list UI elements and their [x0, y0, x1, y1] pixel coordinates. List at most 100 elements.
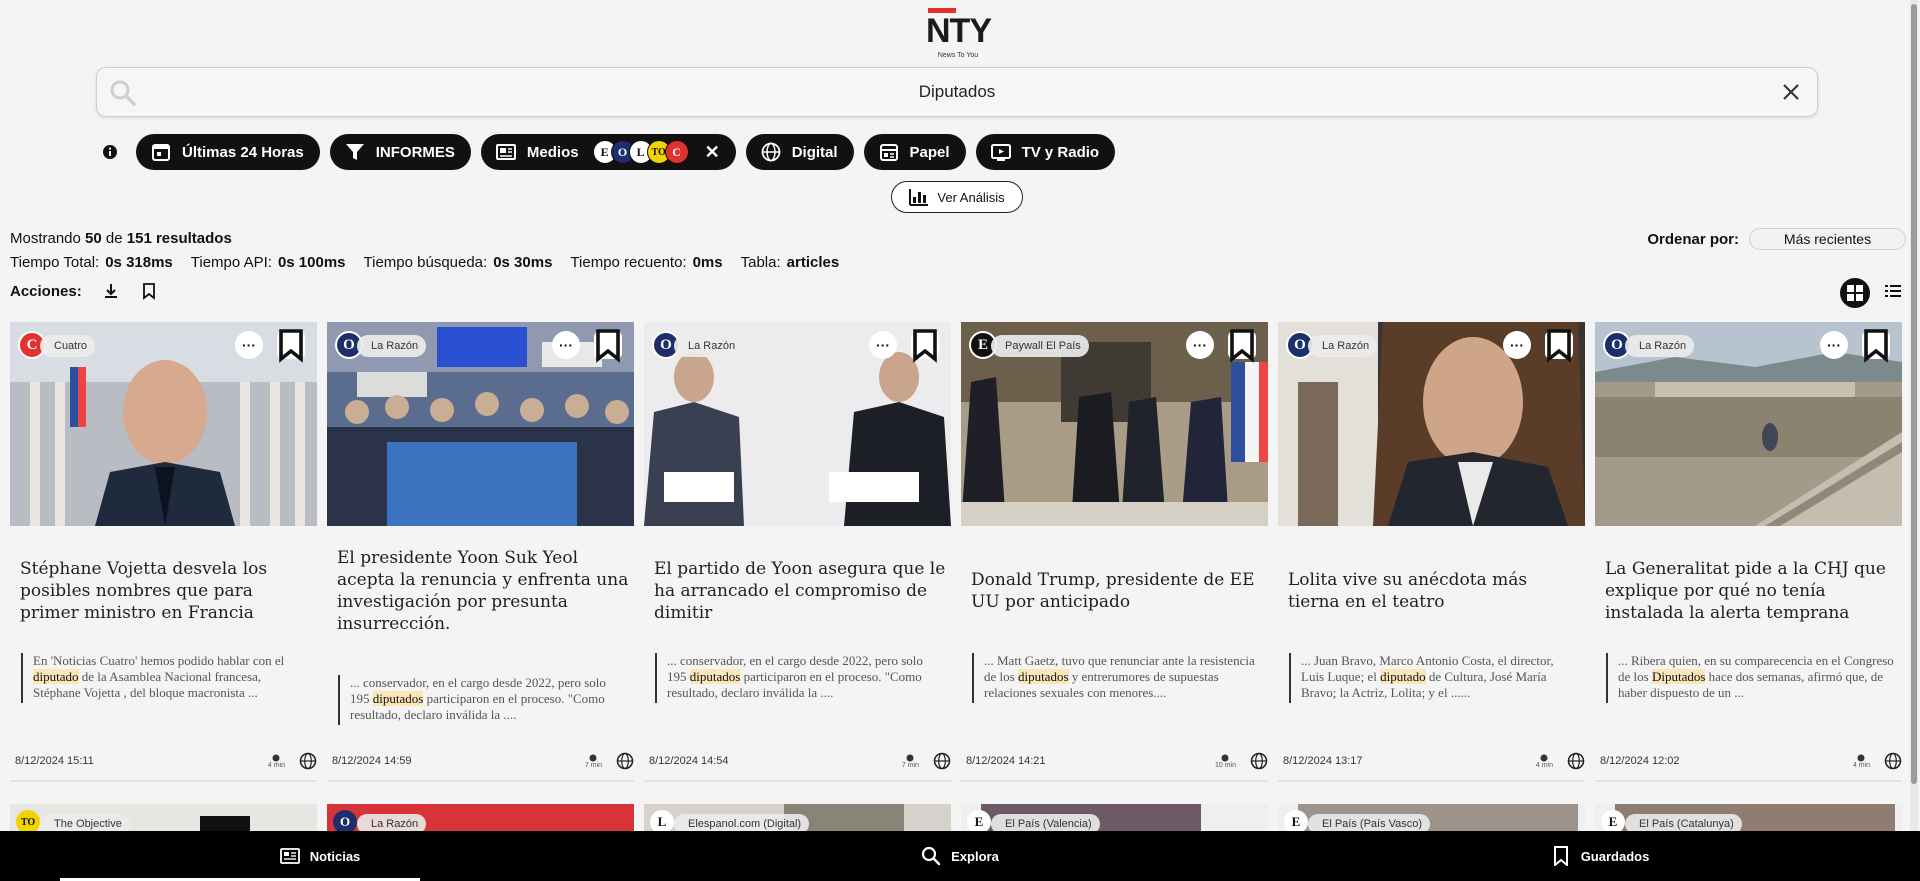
save-article-button[interactable]: [594, 329, 622, 363]
globe-icon[interactable]: [299, 752, 317, 770]
bookmark-icon[interactable]: [140, 282, 158, 300]
save-article-button[interactable]: [1545, 329, 1573, 363]
newspaper-icon: [495, 144, 516, 160]
informes-chip[interactable]: INFORMES: [329, 134, 471, 170]
save-article-button[interactable]: [911, 329, 939, 363]
news-title[interactable]: La Generalitat pide a la CHJ que expliqu…: [1605, 558, 1897, 624]
news-card[interactable]: O La Razón: [327, 804, 634, 831]
globe-icon[interactable]: [616, 752, 634, 770]
more-options-button[interactable]: ···: [1820, 331, 1848, 359]
ver-analisis-button[interactable]: Ver Análisis: [891, 181, 1023, 213]
more-options-button[interactable]: ···: [235, 331, 263, 359]
nav-guardados[interactable]: Guardados: [1280, 831, 1920, 881]
news-title[interactable]: El partido de Yoon asegura que le ha arr…: [654, 558, 946, 624]
read-time: 4 min: [1536, 754, 1553, 769]
app-root: NTY News To You Últimas 24 Horas: [0, 0, 1920, 881]
source-name: El País (País Vasco): [1308, 814, 1431, 831]
search-input[interactable]: [157, 76, 1757, 108]
logo-tagline: News To You: [937, 52, 979, 59]
more-options-button[interactable]: ···: [552, 331, 580, 359]
page-scrollbar[interactable]: [1910, 0, 1918, 831]
source-logo: E: [1284, 810, 1308, 831]
news-card[interactable]: O La Razón ··· La Generalitat pide a la …: [1595, 322, 1902, 782]
bookmark-icon: [1230, 329, 1254, 363]
save-article-button[interactable]: [277, 329, 305, 363]
globe-icon[interactable]: [1567, 752, 1585, 770]
sort-select[interactable]: Más recientes: [1749, 228, 1906, 250]
nav-guardados-label: Guardados: [1580, 848, 1650, 864]
globe-icon[interactable]: [1250, 752, 1268, 770]
more-options-button[interactable]: ···: [869, 331, 897, 359]
close-icon[interactable]: [1779, 80, 1803, 104]
news-card-image[interactable]: E Paywall El País ···: [961, 322, 1268, 526]
news-card[interactable]: E El País (Valencia): [961, 804, 1268, 831]
news-card[interactable]: E Paywall El País ··· Donald Trump, pres…: [961, 322, 1268, 782]
count-time-label: Tiempo recuento:: [570, 254, 687, 271]
api-time-value: 0s 100ms: [277, 254, 346, 271]
bookmark-icon: [279, 329, 303, 363]
news-title[interactable]: Donald Trump, presidente de EE UU por an…: [971, 569, 1263, 613]
api-time-label: Tiempo API:: [190, 254, 272, 271]
medios-chip[interactable]: Medios E O L TO C ✕: [480, 134, 736, 170]
news-title[interactable]: El presidente Yoon Suk Yeol acepta la re…: [337, 547, 629, 635]
search-time-label: Tiempo búsqueda:: [363, 254, 488, 271]
nav-noticias[interactable]: Noticias: [0, 831, 640, 881]
scrollbar-thumb[interactable]: [1911, 4, 1917, 784]
search-icon: [110, 80, 136, 106]
card-divider: [1278, 780, 1585, 782]
bookmark-icon: [913, 329, 937, 363]
news-card[interactable]: TO The Objective: [10, 804, 317, 831]
news-date: 8/12/2024 15:11: [15, 755, 94, 767]
read-time: 10 min: [1215, 754, 1236, 769]
news-card-image[interactable]: O La Razón ···: [1595, 322, 1902, 526]
info-icon[interactable]: [102, 144, 118, 160]
grid-view-button[interactable]: [1840, 278, 1870, 308]
sort-control: Ordenar por: Más recientes: [1647, 228, 1906, 250]
nav-explora[interactable]: Explora: [640, 831, 1280, 881]
papel-chip[interactable]: Papel: [863, 134, 966, 170]
news-card-image[interactable]: O La Razón ···: [327, 322, 634, 526]
results-summary: Mostrando 50 de 151 resultados: [10, 230, 232, 247]
more-options-button[interactable]: ···: [1503, 331, 1531, 359]
card-divider: [1595, 780, 1902, 782]
last-24-hours-chip[interactable]: Últimas 24 Horas: [136, 134, 320, 170]
more-options-button[interactable]: ···: [1186, 331, 1214, 359]
news-card[interactable]: O La Razón ··· El partido de Yoon asegur…: [644, 322, 951, 782]
news-title[interactable]: Stéphane Vojetta desvela los posibles no…: [20, 558, 312, 624]
news-title[interactable]: Lolita vive su anécdota más tierna en el…: [1288, 569, 1580, 613]
news-excerpt: ... Juan Bravo, Marco Antonio Costa, el …: [1289, 653, 1579, 703]
news-card[interactable]: C Cuatro ··· Stéphane Vojetta desvela lo…: [10, 322, 317, 782]
ver-analisis-label: Ver Análisis: [937, 189, 1005, 205]
list-view-button[interactable]: [1884, 282, 1902, 305]
source-name: El País (Valencia): [991, 814, 1100, 831]
actions-bar: Acciones:: [10, 282, 158, 300]
news-date: 8/12/2024 13:17: [1283, 755, 1363, 767]
news-card-image[interactable]: O La Razón ···: [1278, 322, 1585, 526]
news-card-image[interactable]: C Cuatro ···: [10, 322, 317, 526]
news-excerpt: ... Ribera quien, en su comparecencia en…: [1606, 653, 1896, 703]
source-logo: L: [650, 810, 674, 831]
bottom-nav: Noticias Explora Guardados: [0, 831, 1920, 881]
digital-label: Digital: [791, 143, 838, 161]
save-article-button[interactable]: [1228, 329, 1256, 363]
news-card[interactable]: L Elespanol.com (Digital): [644, 804, 951, 831]
read-time: 4 min: [1853, 754, 1870, 769]
tv-radio-chip[interactable]: TV y Radio: [975, 134, 1116, 170]
download-icon[interactable]: [102, 282, 120, 300]
nty-logo[interactable]: NTY News To You: [926, 6, 992, 59]
news-card[interactable]: E El País (País Vasco): [1278, 804, 1585, 831]
news-card-image[interactable]: O La Razón ···: [644, 322, 951, 526]
globe-icon: [761, 142, 781, 162]
save-article-button[interactable]: [1862, 329, 1890, 363]
news-title-wrap: El partido de Yoon asegura que le ha arr…: [654, 532, 946, 650]
bar-chart-icon: [909, 189, 929, 206]
digital-chip[interactable]: Digital: [745, 134, 854, 170]
news-card[interactable]: O La Razón ··· Lolita vive su anécdota m…: [1278, 322, 1585, 782]
news-card[interactable]: O La Razón ··· El presidente Yoon Suk Ye…: [327, 322, 634, 782]
news-footer: 8/12/2024 14:54 7 min: [649, 752, 951, 770]
globe-icon[interactable]: [933, 752, 951, 770]
globe-icon[interactable]: [1884, 752, 1902, 770]
news-title-wrap: El presidente Yoon Suk Yeol acepta la re…: [337, 532, 629, 650]
clear-medios-button[interactable]: ✕: [705, 142, 720, 163]
news-card[interactable]: E El País (Catalunya): [1595, 804, 1902, 831]
